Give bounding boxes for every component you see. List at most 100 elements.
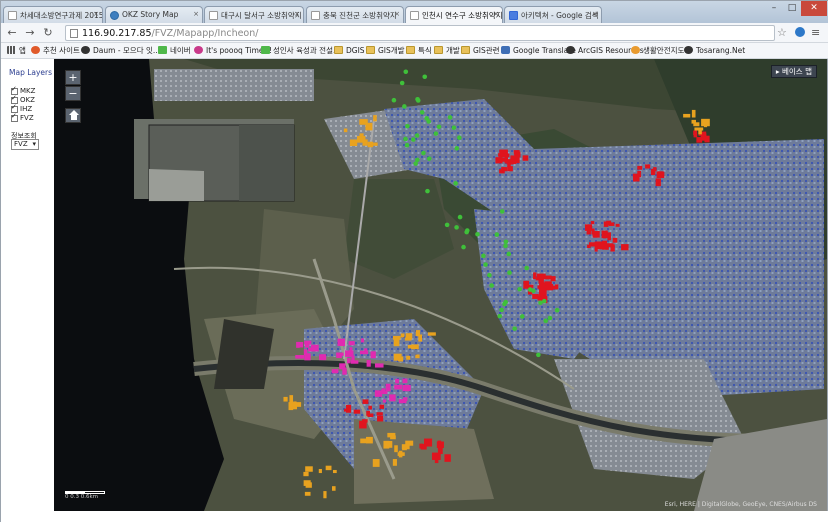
hazard-zone-orange	[373, 115, 377, 122]
tab-close-icon[interactable]: ×	[193, 10, 199, 18]
hazard-zone-orange	[303, 480, 311, 486]
tab-3[interactable]: 충북 진천군 소방취약지 ×	[306, 6, 404, 23]
hazard-zone-red	[655, 178, 661, 187]
hydrant-point	[487, 272, 492, 278]
tab-close-icon[interactable]: ×	[93, 10, 99, 18]
hazard-zone-red	[637, 170, 642, 178]
bookmark-item[interactable]: GIS관련	[461, 45, 500, 57]
tab-close-icon[interactable]: ×	[394, 10, 400, 18]
browser-window: 차세대소방연구과제 2015 × OKZ Story Map × 대구시 달서구 소방취…	[0, 0, 828, 522]
hydrant-point	[426, 119, 432, 124]
hydrant-point	[499, 307, 504, 313]
tab-label: 충북 진천군 소방취약지	[323, 11, 397, 20]
tab-1[interactable]: OKZ Story Map ×	[105, 6, 203, 23]
hydrant-point	[404, 142, 410, 148]
hazard-zone-orange	[427, 332, 436, 336]
bookmark-icon	[566, 46, 575, 54]
hazard-zone-red	[501, 167, 507, 172]
hazard-zone-orange	[394, 445, 398, 453]
hazard-zone-magenta	[331, 369, 339, 374]
tab-2[interactable]: 대구시 달서구 소방취약지 ×	[204, 6, 304, 23]
bookmark-item[interactable]: Tosarang.Net	[684, 45, 745, 57]
hydrant-point	[494, 232, 500, 237]
hazard-zone-orange	[305, 466, 313, 472]
hazard-zone-orange	[289, 395, 294, 403]
bookmark-item[interactable]: 개발	[434, 45, 460, 57]
hazard-zone-red	[362, 399, 369, 404]
hazard-zone-orange	[292, 402, 302, 407]
bookmark-label: 생활안전지도	[643, 46, 685, 55]
hydrant-point	[475, 231, 480, 237]
bookmark-item[interactable]: Google Translate	[501, 45, 576, 57]
zoom-in-button[interactable]: +	[65, 70, 81, 85]
bookmark-item[interactable]: GIS개발	[366, 45, 405, 57]
hazard-zone-red	[376, 412, 383, 416]
hazard-zone-red	[612, 237, 618, 243]
hazard-zone-red	[586, 229, 591, 235]
bookmark-item[interactable]: DGIS	[334, 45, 365, 57]
tab-close-icon[interactable]: ×	[592, 10, 598, 18]
bookmark-icon	[194, 46, 203, 54]
tab-5[interactable]: 아키텍쳐 - Google 검색 ×	[504, 6, 602, 23]
hydrant-point	[447, 115, 453, 120]
layer-fvz[interactable]: FVZ	[11, 112, 34, 122]
maximize-icon[interactable]: □	[783, 1, 801, 16]
hazard-zone-red	[645, 164, 651, 169]
address-bar: ← → ↻ 116.90.217.85/FVZ/Mapapp/Incheon/ …	[1, 23, 828, 43]
hydrant-point	[403, 136, 408, 142]
hydrant-point	[483, 262, 488, 267]
hazard-zone-orange	[405, 440, 414, 446]
hydrant-point	[519, 314, 525, 319]
forward-icon[interactable]: →	[23, 26, 37, 40]
tab-0[interactable]: 차세대소방연구과제 2015 ×	[3, 6, 103, 23]
info-tool-select[interactable]: FVZ	[11, 139, 39, 150]
tab-4[interactable]: 인천시 연수구 소방취약지 ×	[405, 6, 503, 23]
hazard-zone-orange	[383, 440, 390, 449]
tab-favicon-icon	[311, 11, 320, 20]
hazard-zone-red	[603, 221, 609, 227]
bookmark-item[interactable]: 추천 사이트	[31, 45, 80, 57]
hazard-zone-orange	[415, 354, 420, 359]
reload-icon[interactable]: ↻	[41, 26, 55, 40]
hydrant-point	[538, 300, 543, 305]
tab-close-icon[interactable]: ×	[493, 10, 499, 18]
hydrant-point	[524, 265, 529, 271]
bookmark-item[interactable]: 앱	[7, 45, 26, 57]
bookmark-item[interactable]: 생활안전지도	[631, 45, 684, 57]
bookmarks-bar: 앱 추천 사이트 Daum - 모으다 잇... 네이버 It's poooq Time…	[1, 43, 828, 59]
hazard-zone-orange	[325, 465, 332, 471]
hazard-zone-orange	[303, 471, 309, 477]
map-view[interactable]: + − ▸ 베이스 맵 0 0.3 0.6km Esri, HERE | Dig…	[54, 59, 827, 511]
satellite-basemap[interactable]	[54, 59, 827, 511]
basemap-toggle-button[interactable]: ▸ 베이스 맵	[770, 65, 817, 78]
menu-icon[interactable]: ≡	[811, 26, 820, 39]
bookmark-item[interactable]: Daum - 모으다 잇...	[81, 45, 160, 57]
extension-icon[interactable]	[795, 27, 805, 37]
hazard-zone-magenta	[382, 399, 386, 403]
folder-icon	[434, 46, 443, 54]
folder-icon	[366, 46, 375, 54]
url-input[interactable]: 116.90.217.85/FVZ/Mapapp/Incheon/	[65, 25, 775, 41]
hydrant-point	[536, 352, 541, 358]
hazard-zone-magenta	[389, 394, 396, 402]
bookmark-icon	[631, 46, 640, 54]
tab-close-icon[interactable]: ×	[294, 10, 300, 18]
zoom-out-button[interactable]: −	[65, 86, 81, 101]
hydrant-point	[503, 299, 508, 305]
back-icon[interactable]: ←	[5, 26, 19, 40]
checkbox-icon[interactable]	[11, 112, 18, 122]
hazard-zone-red	[512, 156, 520, 164]
hazard-zone-orange	[691, 109, 696, 118]
bookmark-star-icon[interactable]: ☆	[777, 26, 787, 39]
bookmark-item[interactable]: 특식	[406, 45, 432, 57]
hazard-zone-red	[538, 288, 547, 297]
bookmark-item[interactable]: 성인사 육성과 전설...	[261, 45, 340, 57]
bookmark-item[interactable]: 네이버	[158, 45, 191, 57]
hydrant-point	[461, 244, 466, 250]
hydrant-point	[464, 229, 469, 235]
home-button[interactable]	[65, 108, 81, 123]
hydrant-point	[503, 243, 508, 249]
close-window-icon[interactable]: ✕	[801, 1, 827, 16]
bookmark-label: 앱	[19, 46, 26, 55]
minimize-icon[interactable]: –	[765, 1, 783, 16]
